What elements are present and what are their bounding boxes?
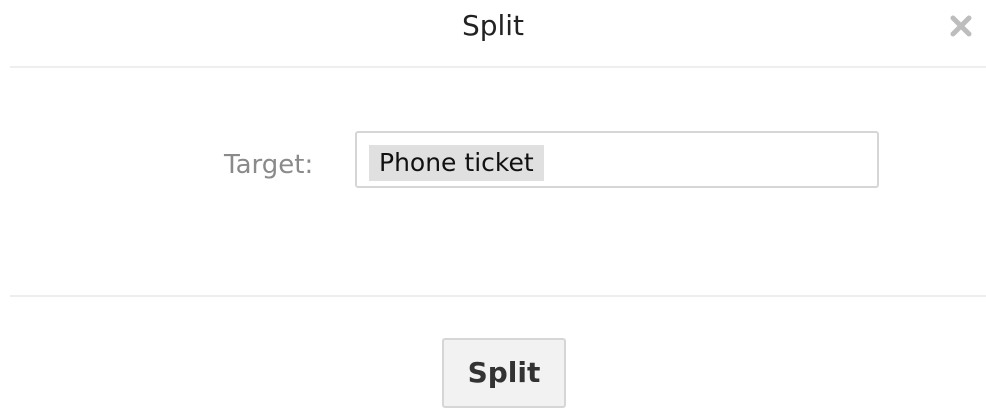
target-select[interactable]: Phone ticket <box>355 131 879 188</box>
split-button[interactable]: Split <box>442 338 566 408</box>
close-icon[interactable] <box>948 13 974 39</box>
dialog-content: Target: Phone ticket <box>10 68 986 297</box>
dialog-footer: Split <box>10 297 986 408</box>
selected-target-token[interactable]: Phone ticket <box>369 145 544 181</box>
dialog-title: Split <box>461 9 525 42</box>
split-dialog: Split Target: Phone ticket Split <box>0 0 986 408</box>
dialog-header: Split <box>10 0 986 68</box>
target-label: Target: <box>224 150 314 180</box>
